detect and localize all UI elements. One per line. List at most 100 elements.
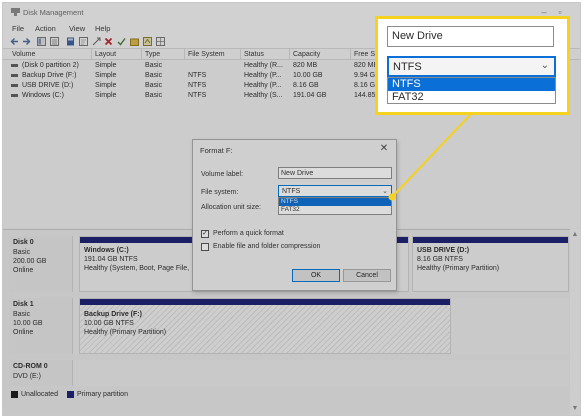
disk-management-icon	[11, 8, 20, 16]
delete-x-icon[interactable]	[104, 37, 113, 46]
disk-name: Disk 0	[13, 239, 34, 246]
console-tree-icon[interactable]	[37, 37, 46, 46]
settings-grid-icon[interactable]	[156, 37, 165, 46]
partition-status: Healthy (System, Boot, Page File,	[84, 265, 190, 272]
column-volume[interactable]: Volume	[12, 51, 35, 58]
folder-icon[interactable]	[130, 37, 139, 46]
zoom-option-fat32[interactable]: FAT32	[388, 91, 555, 104]
volume-icon	[11, 74, 18, 77]
quick-format-checkbox[interactable]: ✓	[201, 230, 209, 238]
menu-view[interactable]: View	[69, 24, 85, 33]
forward-arrow-icon[interactable]	[22, 37, 31, 46]
list-view-icon[interactable]	[50, 37, 59, 46]
file-system-label: File system:	[201, 189, 239, 196]
zoom-volume-label-input[interactable]: New Drive	[387, 26, 554, 47]
zoom-file-system-selected: NTFS	[393, 61, 422, 73]
disk-info[interactable]: Disk 0 Basic 200.00 GB Online	[9, 236, 73, 292]
compression-label: Enable file and folder compression	[213, 243, 321, 250]
volume-label-label: Volume label:	[201, 171, 244, 178]
vertical-scrollbar[interactable]: ▲ ▼	[570, 229, 580, 415]
cell-status: Healthy (R...	[244, 62, 283, 69]
disk-type: Basic	[13, 311, 31, 318]
volume-icon	[11, 94, 18, 97]
legend-primary: Primary partition	[77, 391, 128, 398]
compression-checkbox[interactable]	[201, 243, 209, 251]
cell-layout: Simple	[95, 82, 117, 89]
file-system-dropdown: NTFS FAT32	[278, 197, 392, 215]
column-divider[interactable]	[350, 49, 351, 60]
cancel-button[interactable]: Cancel	[343, 269, 391, 282]
partition-name: Backup Drive (F:)	[84, 311, 142, 318]
cell-file-system: NTFS	[188, 82, 207, 89]
zoom-file-system-dropdown: NTFS FAT32	[387, 77, 556, 104]
column-file-system[interactable]: File System	[188, 51, 225, 58]
column-type[interactable]: Type	[145, 51, 160, 58]
column-divider[interactable]	[289, 49, 290, 60]
volume-icon	[11, 84, 18, 87]
legend-unallocated: Unallocated	[21, 391, 58, 398]
column-capacity[interactable]: Capacity	[293, 51, 320, 58]
back-arrow-icon[interactable]	[10, 37, 19, 46]
menu-action[interactable]: Action	[35, 24, 56, 33]
column-divider[interactable]	[184, 49, 185, 60]
cell-capacity: 10.00 GB	[293, 72, 323, 79]
allocation-unit-label: Allocation unit size:	[201, 204, 261, 211]
partition-block[interactable]: USB DRIVE (D:) 8.16 GB NTFS Healthy (Pri…	[412, 236, 569, 292]
disk-state: Online	[13, 329, 34, 336]
cell-volume: USB DRIVE (D:)	[22, 82, 74, 89]
primary-partition-bar	[80, 299, 450, 305]
column-divider[interactable]	[141, 49, 142, 60]
partition-status: Healthy (Primary Partition)	[417, 265, 500, 272]
column-status[interactable]: Status	[244, 51, 264, 58]
primary-partition-swatch	[67, 391, 74, 398]
disk-info[interactable]: Disk 1 Basic 10.00 GB Online	[9, 298, 73, 354]
check-icon[interactable]	[117, 37, 126, 46]
column-divider[interactable]	[240, 49, 241, 60]
zoom-file-system-select[interactable]: NTFS ⌄	[387, 56, 556, 77]
cell-type: Basic	[145, 82, 163, 89]
partition-name: Windows (C:)	[84, 247, 129, 254]
partition-size: 191.04 GB NTFS	[84, 256, 138, 263]
primary-partition-bar	[413, 237, 568, 243]
cell-type: Basic	[145, 92, 163, 99]
column-layout[interactable]: Layout	[95, 51, 116, 58]
help-book-icon[interactable]	[66, 37, 75, 46]
chevron-down-icon: ⌄	[540, 60, 549, 71]
refresh-icon[interactable]	[143, 37, 152, 46]
column-divider[interactable]	[91, 49, 92, 60]
disk-type: Basic	[13, 249, 31, 256]
disk-type: DVD (E:)	[13, 373, 41, 380]
cell-status: Healthy (S...	[244, 92, 283, 99]
cell-layout: Simple	[95, 62, 117, 69]
quick-format-label: Perform a quick format	[213, 230, 284, 237]
menu-help[interactable]: Help	[95, 24, 110, 33]
connect-icon[interactable]	[92, 37, 101, 46]
disk-info[interactable]: CD-ROM 0 DVD (E:)	[9, 360, 73, 386]
scroll-down-icon[interactable]: ▼	[571, 405, 579, 413]
file-system-select[interactable]: NTFS ⌄	[278, 185, 392, 197]
partition-block-selected[interactable]: Backup Drive (F:) 10.00 GB NTFS Healthy …	[79, 298, 451, 354]
close-icon[interactable]: ✕	[378, 143, 390, 155]
zoom-option-ntfs[interactable]: NTFS	[388, 78, 555, 91]
scroll-up-icon[interactable]: ▲	[571, 231, 579, 239]
option-ntfs[interactable]: NTFS	[279, 198, 391, 206]
disk-name: CD-ROM 0	[13, 363, 48, 370]
option-fat32[interactable]: FAT32	[279, 206, 391, 214]
properties-icon[interactable]	[79, 37, 88, 46]
cell-file-system: NTFS	[188, 72, 207, 79]
ok-button[interactable]: OK	[292, 269, 340, 282]
partition-size: 8.16 GB NTFS	[417, 256, 463, 263]
menu-file[interactable]: File	[12, 24, 24, 33]
chevron-down-icon: ⌄	[382, 188, 388, 195]
disk-size: 200.00 GB	[13, 258, 47, 265]
volume-icon	[11, 64, 18, 67]
cell-status: Healthy (P...	[244, 72, 282, 79]
partition-status: Healthy (Primary Partition)	[84, 329, 167, 336]
volume-label-input[interactable]: New Drive	[278, 167, 392, 179]
cell-status: Healthy (P...	[244, 82, 282, 89]
disk-row: CD-ROM 0 DVD (E:)	[9, 360, 569, 386]
cell-volume: Windows (C:)	[22, 92, 65, 99]
cell-layout: Simple	[95, 92, 117, 99]
cell-type: Basic	[145, 72, 163, 79]
cell-volume: (Disk 0 partition 2)	[22, 62, 79, 69]
